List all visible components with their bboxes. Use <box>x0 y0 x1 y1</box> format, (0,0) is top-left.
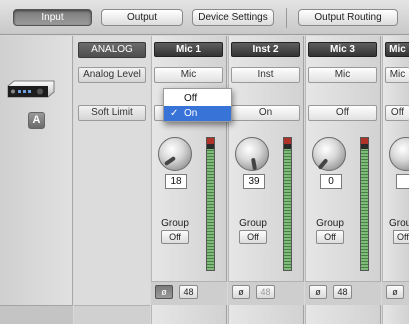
tab-device-settings[interactable]: Device Settings <box>192 9 274 26</box>
soft-limit-label: Soft Limit <box>78 105 146 121</box>
meter-fill <box>207 148 214 270</box>
check-mark-icon: ✓ <box>170 108 179 119</box>
group-label-2: Group <box>239 218 267 229</box>
level-meter-2 <box>283 137 292 271</box>
knob-indicator <box>250 157 258 171</box>
group-label-1: Group <box>161 218 189 229</box>
analog-level-select-2[interactable]: Inst <box>231 67 300 83</box>
clip-indicator <box>361 138 368 144</box>
phase-invert-button-2[interactable]: ø <box>232 285 250 299</box>
channel-name-1: Mic 1 <box>154 42 223 57</box>
gain-value-1[interactable]: 18 <box>165 174 187 189</box>
tab-output[interactable]: Output <box>101 9 183 26</box>
level-meter-3 <box>360 137 369 271</box>
device-a-badge[interactable]: A <box>28 112 45 129</box>
gain-knob-2[interactable] <box>235 137 269 171</box>
channel-name-4: Mic <box>385 42 409 57</box>
analog-header: ANALOG <box>78 42 146 58</box>
device-icon <box>6 80 56 98</box>
gain-knob-3[interactable] <box>312 137 346 171</box>
menu-item-off[interactable]: Off <box>164 91 231 106</box>
soft-limit-select-3[interactable]: Off <box>308 105 377 121</box>
tab-input[interactable]: Input <box>13 9 92 26</box>
knob-indicator <box>317 158 329 170</box>
phase-invert-button-4[interactable]: ø <box>386 285 404 299</box>
group-button-4[interactable]: Off <box>393 230 409 244</box>
gain-knob-4-clip <box>389 137 409 173</box>
meter-fill <box>284 148 291 270</box>
analog-level-select-1[interactable]: Mic <box>154 67 223 83</box>
gain-value-4[interactable] <box>396 174 409 189</box>
toolbar-separator <box>286 8 287 28</box>
group-button-1[interactable]: Off <box>161 230 189 244</box>
phantom-power-button-1[interactable]: 48 <box>179 285 198 299</box>
gain-value-2[interactable]: 39 <box>243 174 265 189</box>
channel-name-2: Inst 2 <box>231 42 300 57</box>
soft-limit-select-4[interactable]: Off <box>385 105 409 121</box>
gain-value-3[interactable]: 0 <box>320 174 342 189</box>
analog-level-label: Analog Level <box>78 67 146 83</box>
label-column-footer <box>74 305 150 324</box>
gain-knob-4[interactable] <box>389 137 409 171</box>
device-pane-footer <box>0 305 73 324</box>
phantom-power-button-2[interactable]: 48 <box>256 285 275 299</box>
group-button-2[interactable]: Off <box>239 230 267 244</box>
clip-indicator <box>207 138 214 144</box>
group-label-3: Group <box>316 218 344 229</box>
meter-fill <box>361 148 368 270</box>
knob-indicator <box>163 155 177 167</box>
channel-name-3: Mic 3 <box>308 42 377 57</box>
soft-limit-popup-menu: Off ✓ On <box>163 88 232 122</box>
level-meter-1 <box>206 137 215 271</box>
phase-invert-button-1[interactable]: ø <box>155 285 173 299</box>
phantom-power-button-3[interactable]: 48 <box>333 285 352 299</box>
gain-knob-1[interactable] <box>158 137 192 171</box>
analog-level-select-4[interactable]: Mic <box>385 67 409 83</box>
menu-item-off-label: Off <box>184 93 198 104</box>
soft-limit-select-2[interactable]: On <box>231 105 300 121</box>
group-button-3[interactable]: Off <box>316 230 344 244</box>
clip-indicator <box>284 138 291 144</box>
group-label-4: Group <box>389 218 409 229</box>
phase-invert-button-3[interactable]: ø <box>309 285 327 299</box>
menu-item-on-label: On <box>184 108 198 119</box>
tab-output-routing[interactable]: Output Routing <box>298 9 398 26</box>
menu-item-on[interactable]: ✓ On <box>164 106 231 121</box>
analog-level-select-3[interactable]: Mic <box>308 67 377 83</box>
